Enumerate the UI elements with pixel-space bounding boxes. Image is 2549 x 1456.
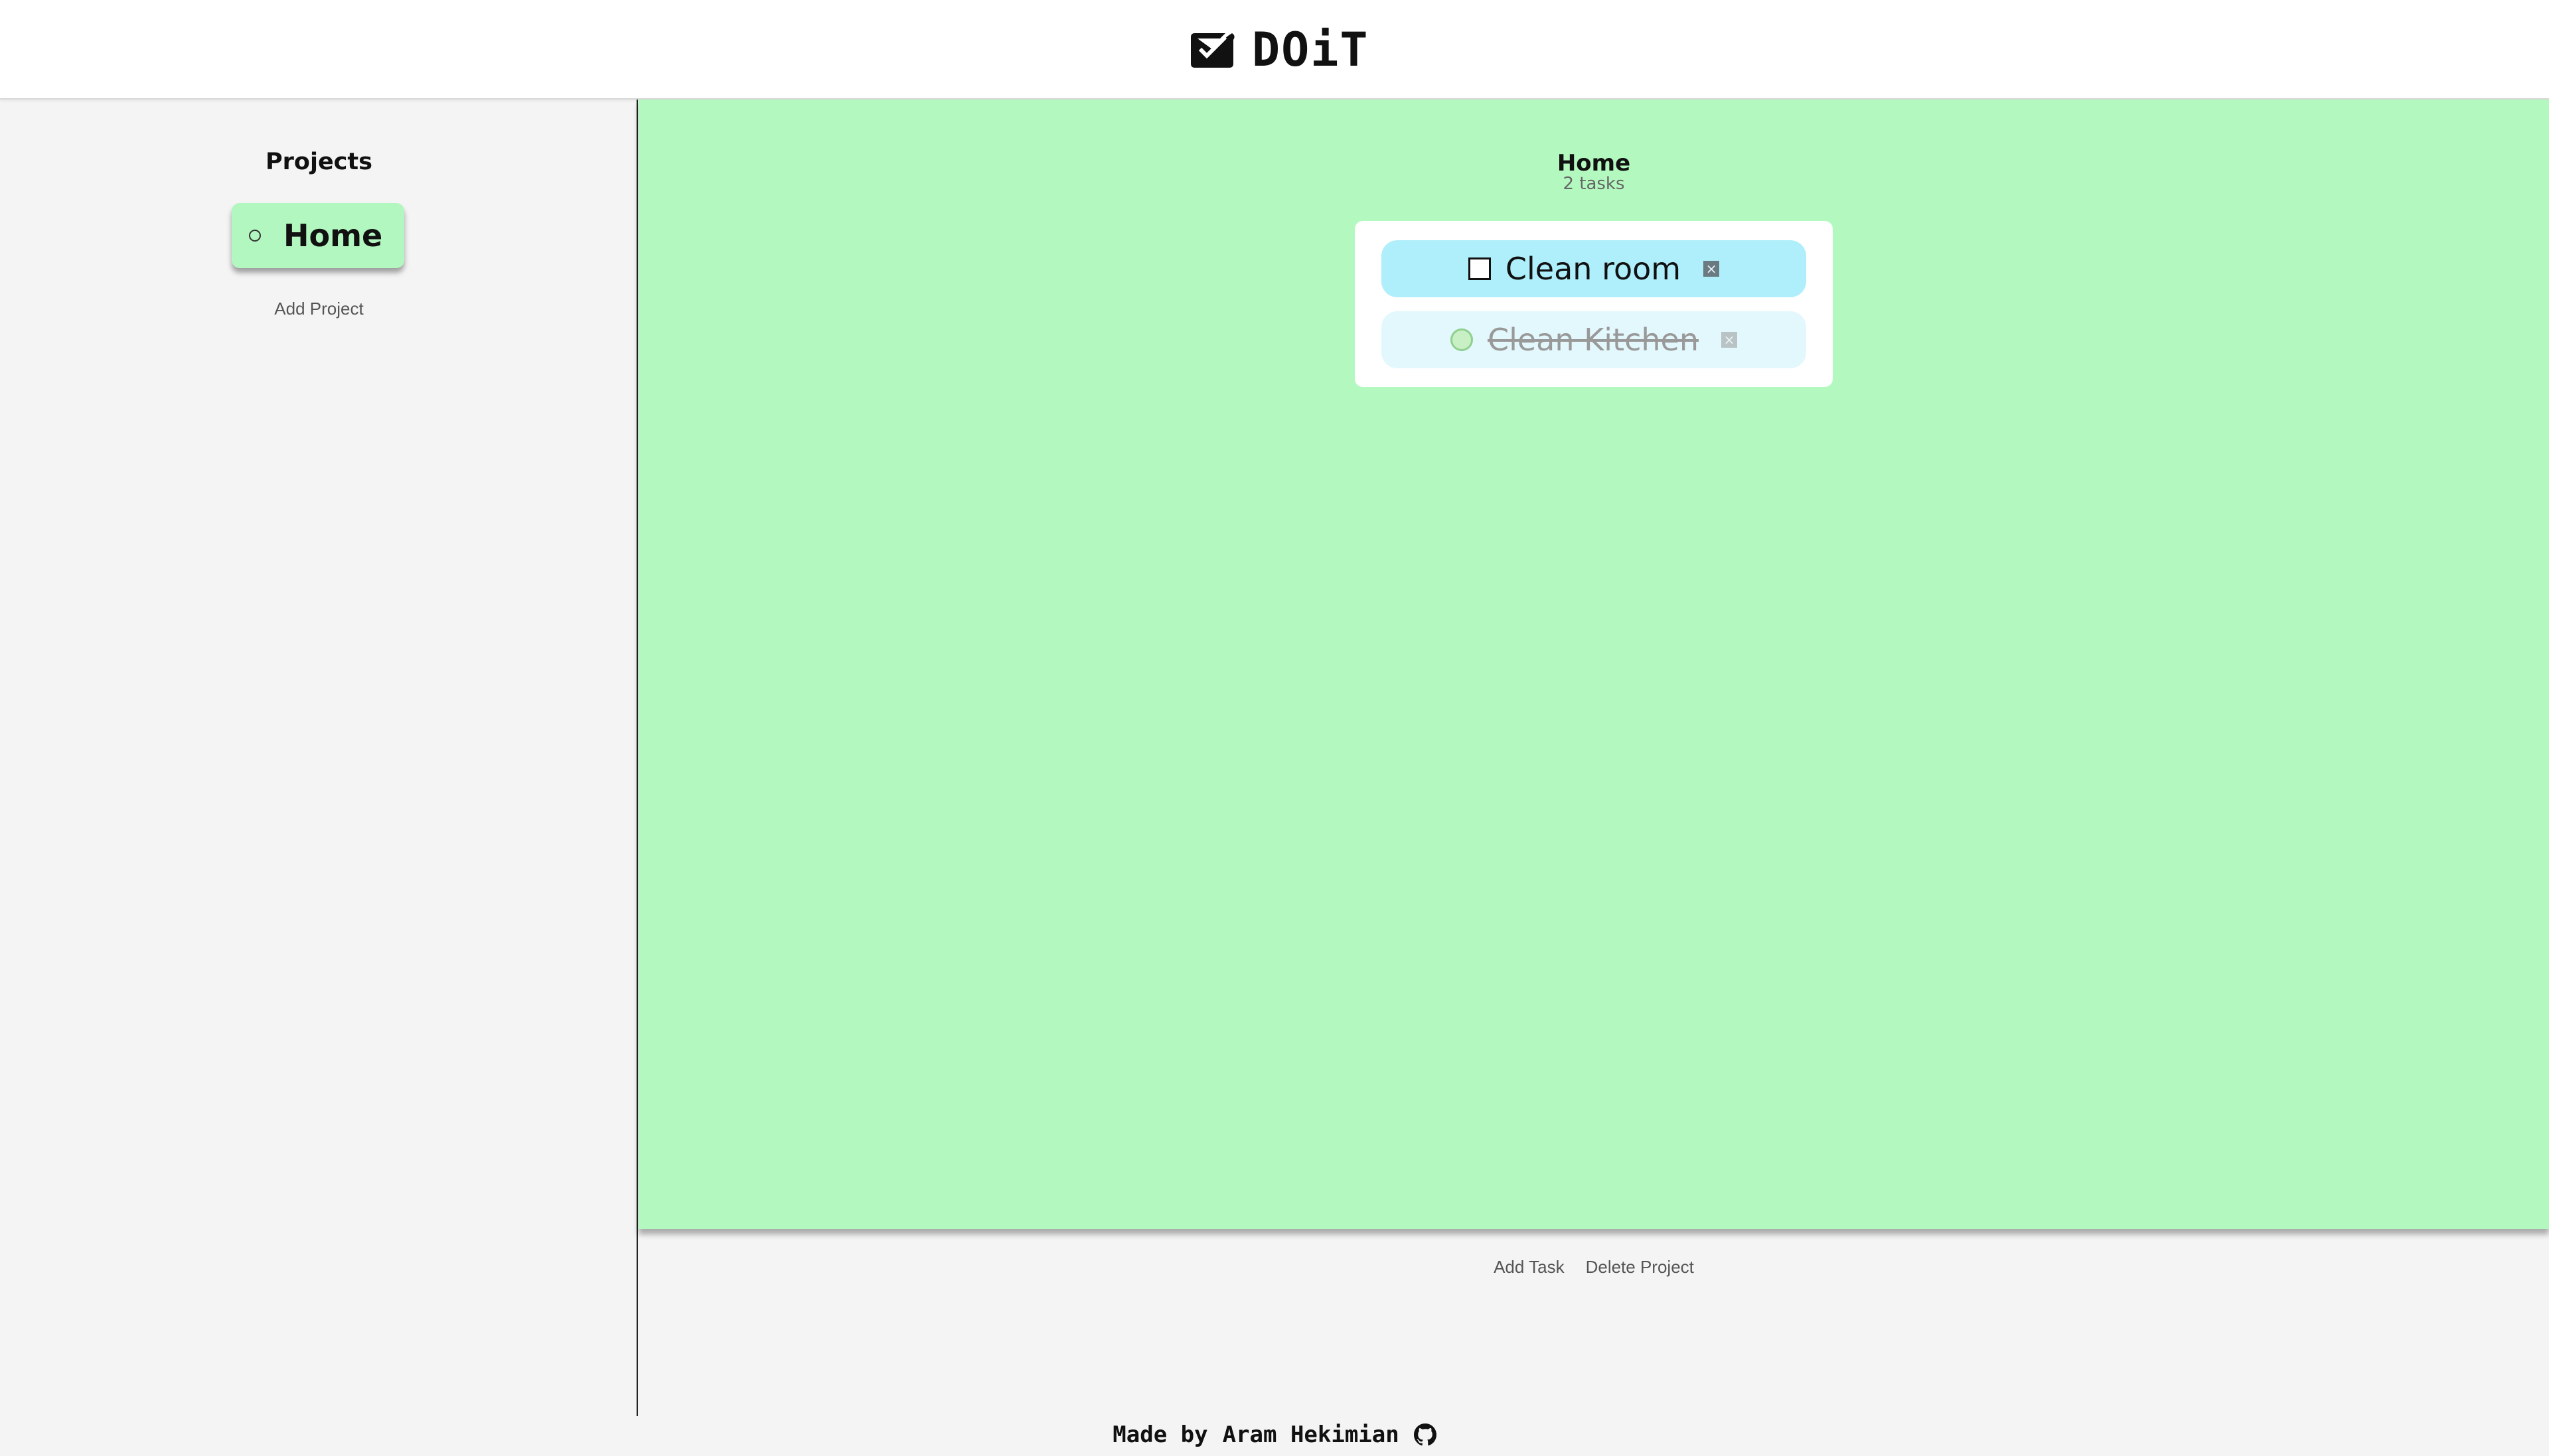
task-item[interactable]: Clean room × (1381, 240, 1806, 297)
author-name: Aram Hekimian (1222, 1421, 1399, 1448)
task-label: Clean room (1505, 251, 1681, 287)
project-title: Home (1557, 150, 1631, 177)
app-header: DOiT (0, 0, 2549, 100)
delete-icon[interactable]: × (1703, 261, 1720, 277)
delete-project-button[interactable]: Delete Project (1586, 1257, 1694, 1277)
made-by-label: Made by (1113, 1421, 1208, 1448)
task-item[interactable]: Clean Kitchen × (1381, 311, 1806, 368)
add-project-button[interactable]: Add Project (0, 299, 638, 319)
project-actions: Add Task Delete Project (639, 1257, 2549, 1277)
delete-icon[interactable]: × (1721, 332, 1738, 348)
brand[interactable]: DOiT (1188, 20, 1369, 80)
sidebar-item-home[interactable]: Home (232, 203, 404, 268)
github-icon[interactable] (1413, 1423, 1436, 1446)
sidebar (0, 100, 638, 1416)
projects-heading: Projects (265, 149, 372, 175)
sidebar-item-label: Home (283, 218, 383, 254)
task-label: Clean Kitchen (1487, 322, 1699, 358)
add-task-button[interactable]: Add Task (1494, 1257, 1564, 1277)
task-list: Clean room × Clean Kitchen × (1355, 221, 1833, 387)
task-checkbox[interactable] (1468, 257, 1491, 280)
footer: Made by Aram Hekimian (0, 1421, 2549, 1448)
brand-title: DOiT (1252, 23, 1369, 77)
check-envelope-icon (1191, 33, 1235, 68)
completed-circle-icon[interactable] (1450, 328, 1473, 351)
circle-icon (249, 230, 261, 242)
task-count: 2 tasks (1563, 174, 1625, 194)
